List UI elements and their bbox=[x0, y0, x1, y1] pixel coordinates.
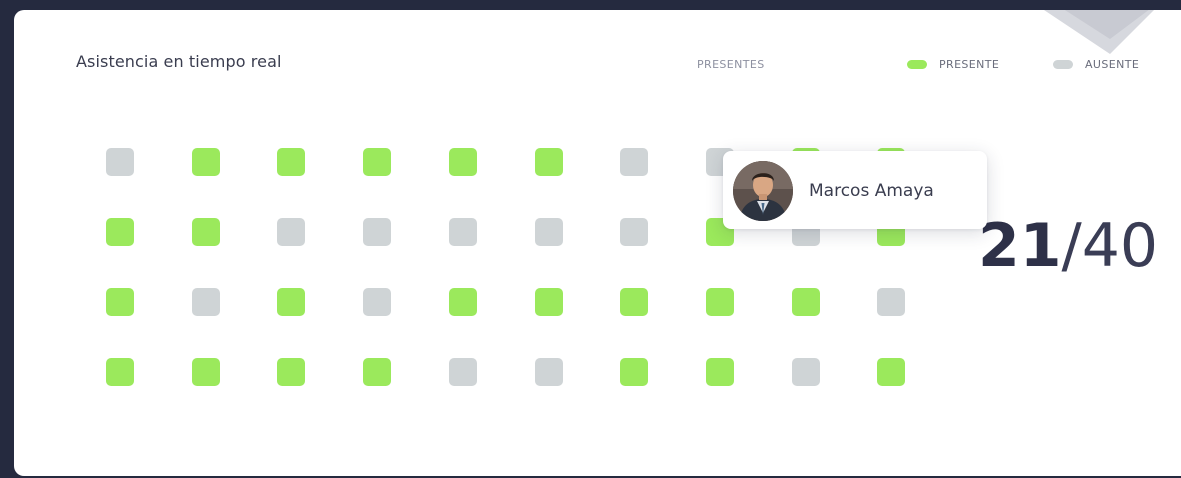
seat-present[interactable] bbox=[792, 288, 820, 316]
avatar bbox=[733, 161, 793, 221]
seat-present[interactable] bbox=[106, 218, 134, 246]
card-title: Asistencia en tiempo real bbox=[76, 52, 282, 71]
seat-present[interactable] bbox=[277, 148, 305, 176]
seat-absent[interactable] bbox=[877, 288, 905, 316]
avatar-portrait-icon bbox=[733, 161, 793, 221]
seat-absent[interactable] bbox=[535, 218, 563, 246]
seat-present[interactable] bbox=[706, 358, 734, 386]
seat-absent[interactable] bbox=[620, 148, 648, 176]
seat-present[interactable] bbox=[620, 288, 648, 316]
student-name: Marcos Amaya bbox=[809, 181, 934, 201]
seat-present[interactable] bbox=[449, 148, 477, 176]
seat-present[interactable] bbox=[535, 288, 563, 316]
student-tooltip: Marcos Amaya bbox=[723, 151, 987, 229]
seat-present[interactable] bbox=[449, 288, 477, 316]
seat-absent[interactable] bbox=[535, 358, 563, 386]
seat-present[interactable] bbox=[106, 358, 134, 386]
seat-present[interactable] bbox=[192, 148, 220, 176]
presentes-label: PRESENTES bbox=[697, 58, 765, 71]
seat-absent[interactable] bbox=[192, 288, 220, 316]
seat-absent[interactable] bbox=[449, 218, 477, 246]
legend-present: PRESENTE bbox=[907, 58, 999, 71]
present-swatch bbox=[907, 60, 927, 69]
seat-absent[interactable] bbox=[620, 218, 648, 246]
seat-present[interactable] bbox=[192, 358, 220, 386]
seat-absent[interactable] bbox=[106, 148, 134, 176]
attendance-counter: 21/40 bbox=[978, 216, 1158, 276]
legend-absent-label: AUSENTE bbox=[1085, 58, 1140, 71]
seat-present[interactable] bbox=[277, 288, 305, 316]
absent-swatch bbox=[1053, 60, 1073, 69]
legend-present-label: PRESENTE bbox=[939, 58, 1000, 71]
seat-present[interactable] bbox=[535, 148, 563, 176]
seat-present[interactable] bbox=[106, 288, 134, 316]
seat-present[interactable] bbox=[192, 218, 220, 246]
seat-absent[interactable] bbox=[449, 358, 477, 386]
seat-present[interactable] bbox=[363, 358, 391, 386]
seat-absent[interactable] bbox=[792, 358, 820, 386]
seat-present[interactable] bbox=[706, 288, 734, 316]
seat-absent[interactable] bbox=[277, 218, 305, 246]
total-count: /40 bbox=[1061, 211, 1159, 281]
seat-absent[interactable] bbox=[363, 288, 391, 316]
attendance-card: Asistencia en tiempo real PRESENTES PRES… bbox=[14, 10, 1181, 476]
legend-absent: AUSENTE bbox=[1053, 58, 1139, 71]
app-background: Asistencia en tiempo real PRESENTES PRES… bbox=[0, 0, 1181, 478]
seat-present[interactable] bbox=[877, 358, 905, 386]
seat-present[interactable] bbox=[620, 358, 648, 386]
present-count: 21 bbox=[978, 211, 1062, 281]
seat-present[interactable] bbox=[363, 148, 391, 176]
seat-present[interactable] bbox=[277, 358, 305, 386]
seat-absent[interactable] bbox=[363, 218, 391, 246]
